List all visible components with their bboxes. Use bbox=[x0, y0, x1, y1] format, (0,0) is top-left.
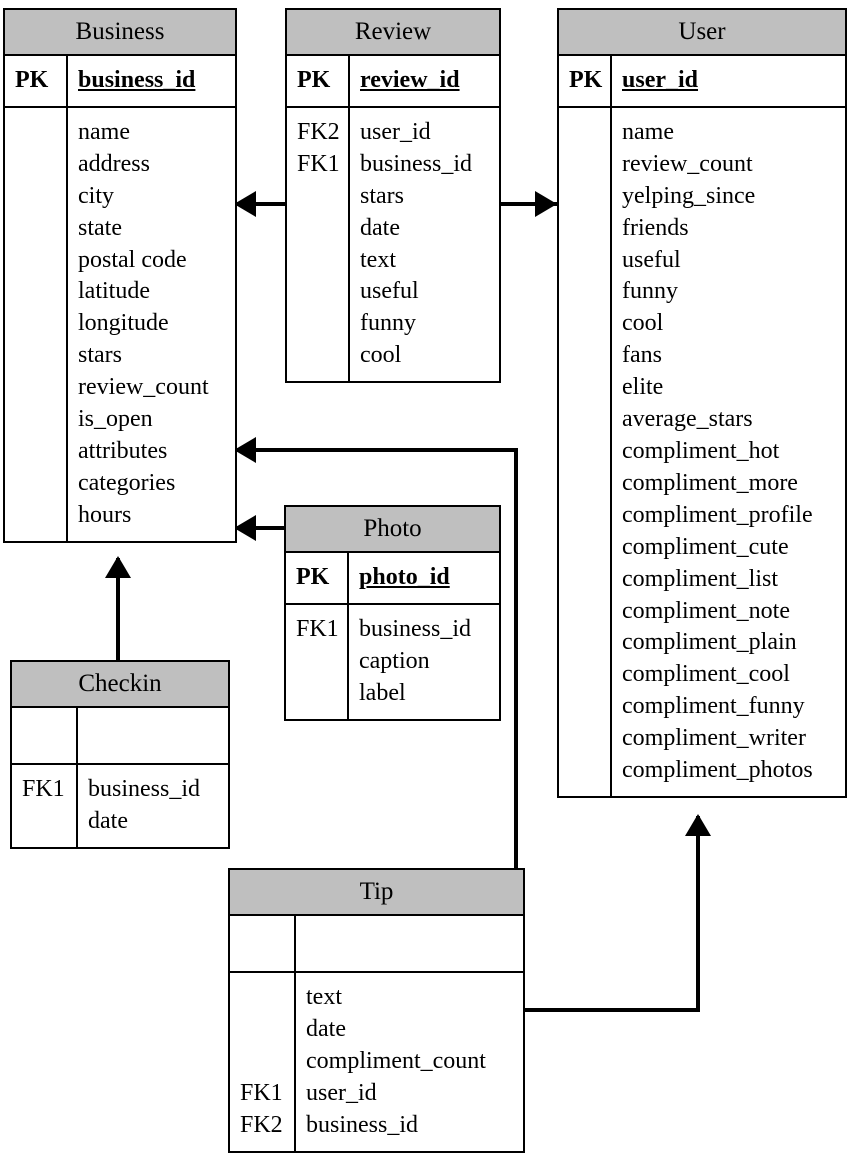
entity-checkin-body-section: FK1 business_id date bbox=[12, 763, 228, 847]
entity-tip[interactable]: Tip FK1 FK2 text date compliment_count u… bbox=[228, 868, 525, 1153]
entity-tip-pk-attr bbox=[296, 916, 523, 971]
entity-tip-pk-section bbox=[230, 916, 523, 971]
arrowhead-review-to-business bbox=[234, 191, 256, 217]
entity-business[interactable]: Business PK business_id name address cit… bbox=[3, 8, 237, 543]
entity-photo-body-keys: FK1 bbox=[286, 604, 349, 719]
entity-business-pk-section: PK business_id bbox=[5, 56, 235, 106]
entity-business-pk-attr-text: business_id bbox=[78, 67, 196, 93]
entity-photo-title: Photo bbox=[286, 507, 499, 553]
connector-tip-business-horizontal bbox=[236, 448, 518, 452]
entity-checkin-pk-key bbox=[12, 708, 78, 763]
entity-business-body-keys bbox=[5, 107, 68, 541]
entity-review-pk-attr-text: review_id bbox=[360, 67, 460, 93]
entity-review[interactable]: Review PK review_id FK2 FK1 user_id busi… bbox=[285, 8, 501, 384]
entity-checkin-title: Checkin bbox=[12, 662, 228, 708]
entity-review-body-keys: FK2 FK1 bbox=[287, 107, 350, 382]
entity-checkin-body-attrs: business_id date bbox=[88, 776, 201, 834]
entity-business-body-section: name address city state postal code lati… bbox=[5, 105, 235, 541]
entity-user-body-attrs: name review_count yelping_since friends … bbox=[622, 118, 813, 784]
entity-business-title: Business bbox=[5, 10, 235, 56]
entity-photo-body-attrs: business_id caption label bbox=[359, 615, 472, 706]
entity-photo-pk-attr-text: photo_id bbox=[359, 564, 450, 590]
entity-user-pk-attr-text: user_id bbox=[622, 67, 699, 93]
entity-checkin-pk-attr bbox=[78, 708, 228, 763]
entity-checkin[interactable]: Checkin FK1 business_id date bbox=[10, 660, 230, 849]
er-diagram-canvas: Business PK business_id name address cit… bbox=[0, 0, 850, 1167]
entity-photo-pk-section: PK photo_id bbox=[286, 553, 499, 603]
connector-tip-user-vertical bbox=[696, 816, 700, 1012]
entity-review-pk-attr: review_id bbox=[350, 56, 499, 106]
entity-tip-body-keys: FK1 FK2 bbox=[230, 973, 296, 1151]
entity-photo-body-section: FK1 business_id caption label bbox=[286, 602, 499, 719]
arrowhead-photo-to-business bbox=[234, 515, 256, 541]
arrowhead-checkin-to-business bbox=[105, 556, 131, 578]
entity-tip-title: Tip bbox=[230, 870, 523, 916]
entity-review-body-section: FK2 FK1 user_id business_id stars date t… bbox=[287, 105, 499, 382]
entity-review-title: Review bbox=[287, 10, 499, 56]
connector-tip-user-horizontal bbox=[523, 1008, 700, 1012]
entity-review-pk-section: PK review_id bbox=[287, 56, 499, 106]
entity-business-pk-attr: business_id bbox=[68, 56, 235, 106]
entity-photo[interactable]: Photo PK photo_id FK1 business_id captio… bbox=[284, 505, 501, 721]
entity-photo-pk-key: PK bbox=[286, 553, 349, 603]
entity-review-body-attrs: user_id business_id stars date text usef… bbox=[360, 118, 473, 369]
entity-user-body-keys bbox=[559, 107, 612, 796]
arrowhead-tip-to-user bbox=[685, 814, 711, 836]
entity-review-pk-key: PK bbox=[287, 56, 350, 106]
entity-user-title: User bbox=[559, 10, 845, 56]
entity-tip-body-section: FK1 FK2 text date compliment_count user_… bbox=[230, 971, 523, 1151]
entity-user-body-section: name review_count yelping_since friends … bbox=[559, 105, 845, 796]
entity-business-pk-key: PK bbox=[5, 56, 68, 106]
arrowhead-tip-to-business bbox=[234, 437, 256, 463]
entity-user-pk-key: PK bbox=[559, 56, 612, 106]
entity-user[interactable]: User PK user_id name review_count yelpin… bbox=[557, 8, 847, 798]
entity-business-body-attrs: name address city state postal code lati… bbox=[78, 118, 209, 528]
entity-user-pk-section: PK user_id bbox=[559, 56, 845, 106]
entity-photo-pk-attr: photo_id bbox=[349, 553, 499, 603]
entity-user-pk-attr: user_id bbox=[612, 56, 845, 106]
entity-checkin-body-keys: FK1 bbox=[12, 765, 78, 847]
entity-checkin-pk-section bbox=[12, 708, 228, 763]
entity-tip-body-attrs: text date compliment_count user_id busin… bbox=[306, 984, 486, 1138]
arrowhead-review-to-user bbox=[535, 191, 557, 217]
connector-tip-business-vertical bbox=[514, 448, 518, 872]
entity-tip-pk-key bbox=[230, 916, 296, 971]
